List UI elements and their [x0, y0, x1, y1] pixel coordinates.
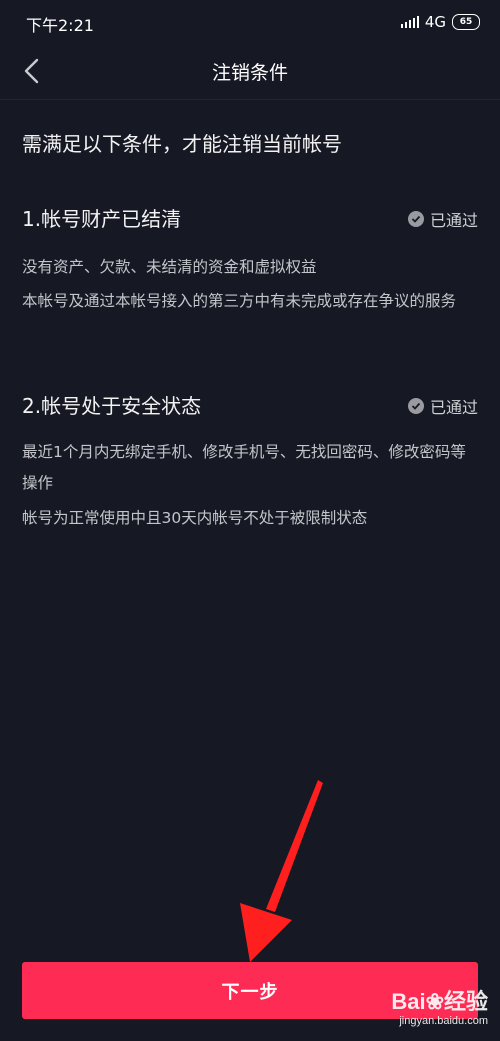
condition-description: 最近1个月内无绑定手机、修改手机号、无找回密码、修改密码等操作 [22, 443, 466, 492]
battery-level: 65 [459, 17, 473, 27]
condition-description: 帐号为正常使用中且30天内帐号不处于被限制状态 [22, 509, 368, 527]
nav-bar: 注销条件 [0, 46, 500, 96]
battery-icon: 65 [452, 14, 480, 30]
status-badge-label: 已通过 [429, 211, 478, 230]
condition-description: 本帐号及通过本帐号接入的第三方中有未完成或存在争议的服务 [22, 292, 457, 310]
check-circle-icon [407, 398, 424, 414]
page-title: 注销条件 [211, 62, 288, 84]
signal-icon [400, 16, 419, 28]
condition-description: 没有资产、欠款、未结清的资金和虚拟权益 [22, 258, 317, 276]
watermark: Bai❀经验 jingyan.baidu.com [391, 990, 488, 1028]
status-badge-label: 已通过 [429, 398, 478, 417]
network-type: 4G [424, 13, 446, 31]
status-bar: 下午2:21 4G 65 [0, 0, 500, 46]
status-badge: 已通过 [407, 394, 478, 418]
intro-text: 需满足以下条件，才能注销当前帐号 [22, 132, 342, 156]
condition-title: 1.帐号财产已结清 [22, 207, 182, 231]
status-indicators: 4G 65 [400, 13, 480, 31]
check-circle-icon [407, 211, 424, 227]
watermark-url: jingyan.baidu.com [399, 1015, 488, 1027]
header-divider [0, 99, 500, 100]
status-time: 下午2:21 [26, 16, 94, 35]
condition-title: 2.帐号处于安全状态 [22, 394, 202, 418]
status-badge: 已通过 [407, 207, 478, 231]
watermark-brand: Bai❀经验 [391, 989, 488, 1014]
